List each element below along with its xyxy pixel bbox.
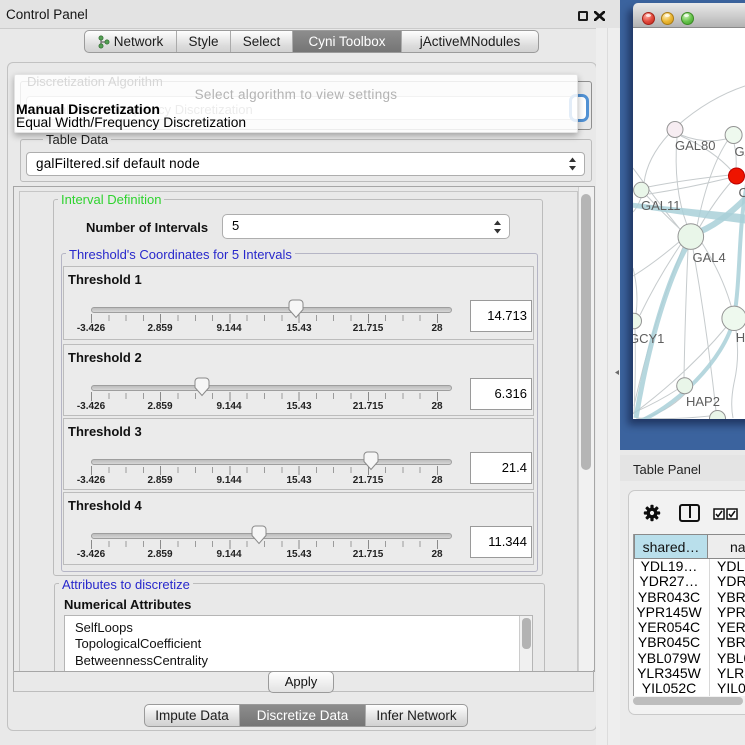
svg-text:HIS7: HIS7 xyxy=(736,330,745,345)
svg-text:GAL2: GAL2 xyxy=(735,144,745,159)
svg-text:HAP2: HAP2 xyxy=(686,394,720,409)
svg-text:CY: CY xyxy=(739,185,745,200)
svg-text:GCY1: GCY1 xyxy=(633,331,664,346)
svg-text:GAL80: GAL80 xyxy=(675,138,715,153)
svg-text:GAL4: GAL4 xyxy=(693,250,726,265)
svg-text:GAL11: GAL11 xyxy=(641,198,681,213)
